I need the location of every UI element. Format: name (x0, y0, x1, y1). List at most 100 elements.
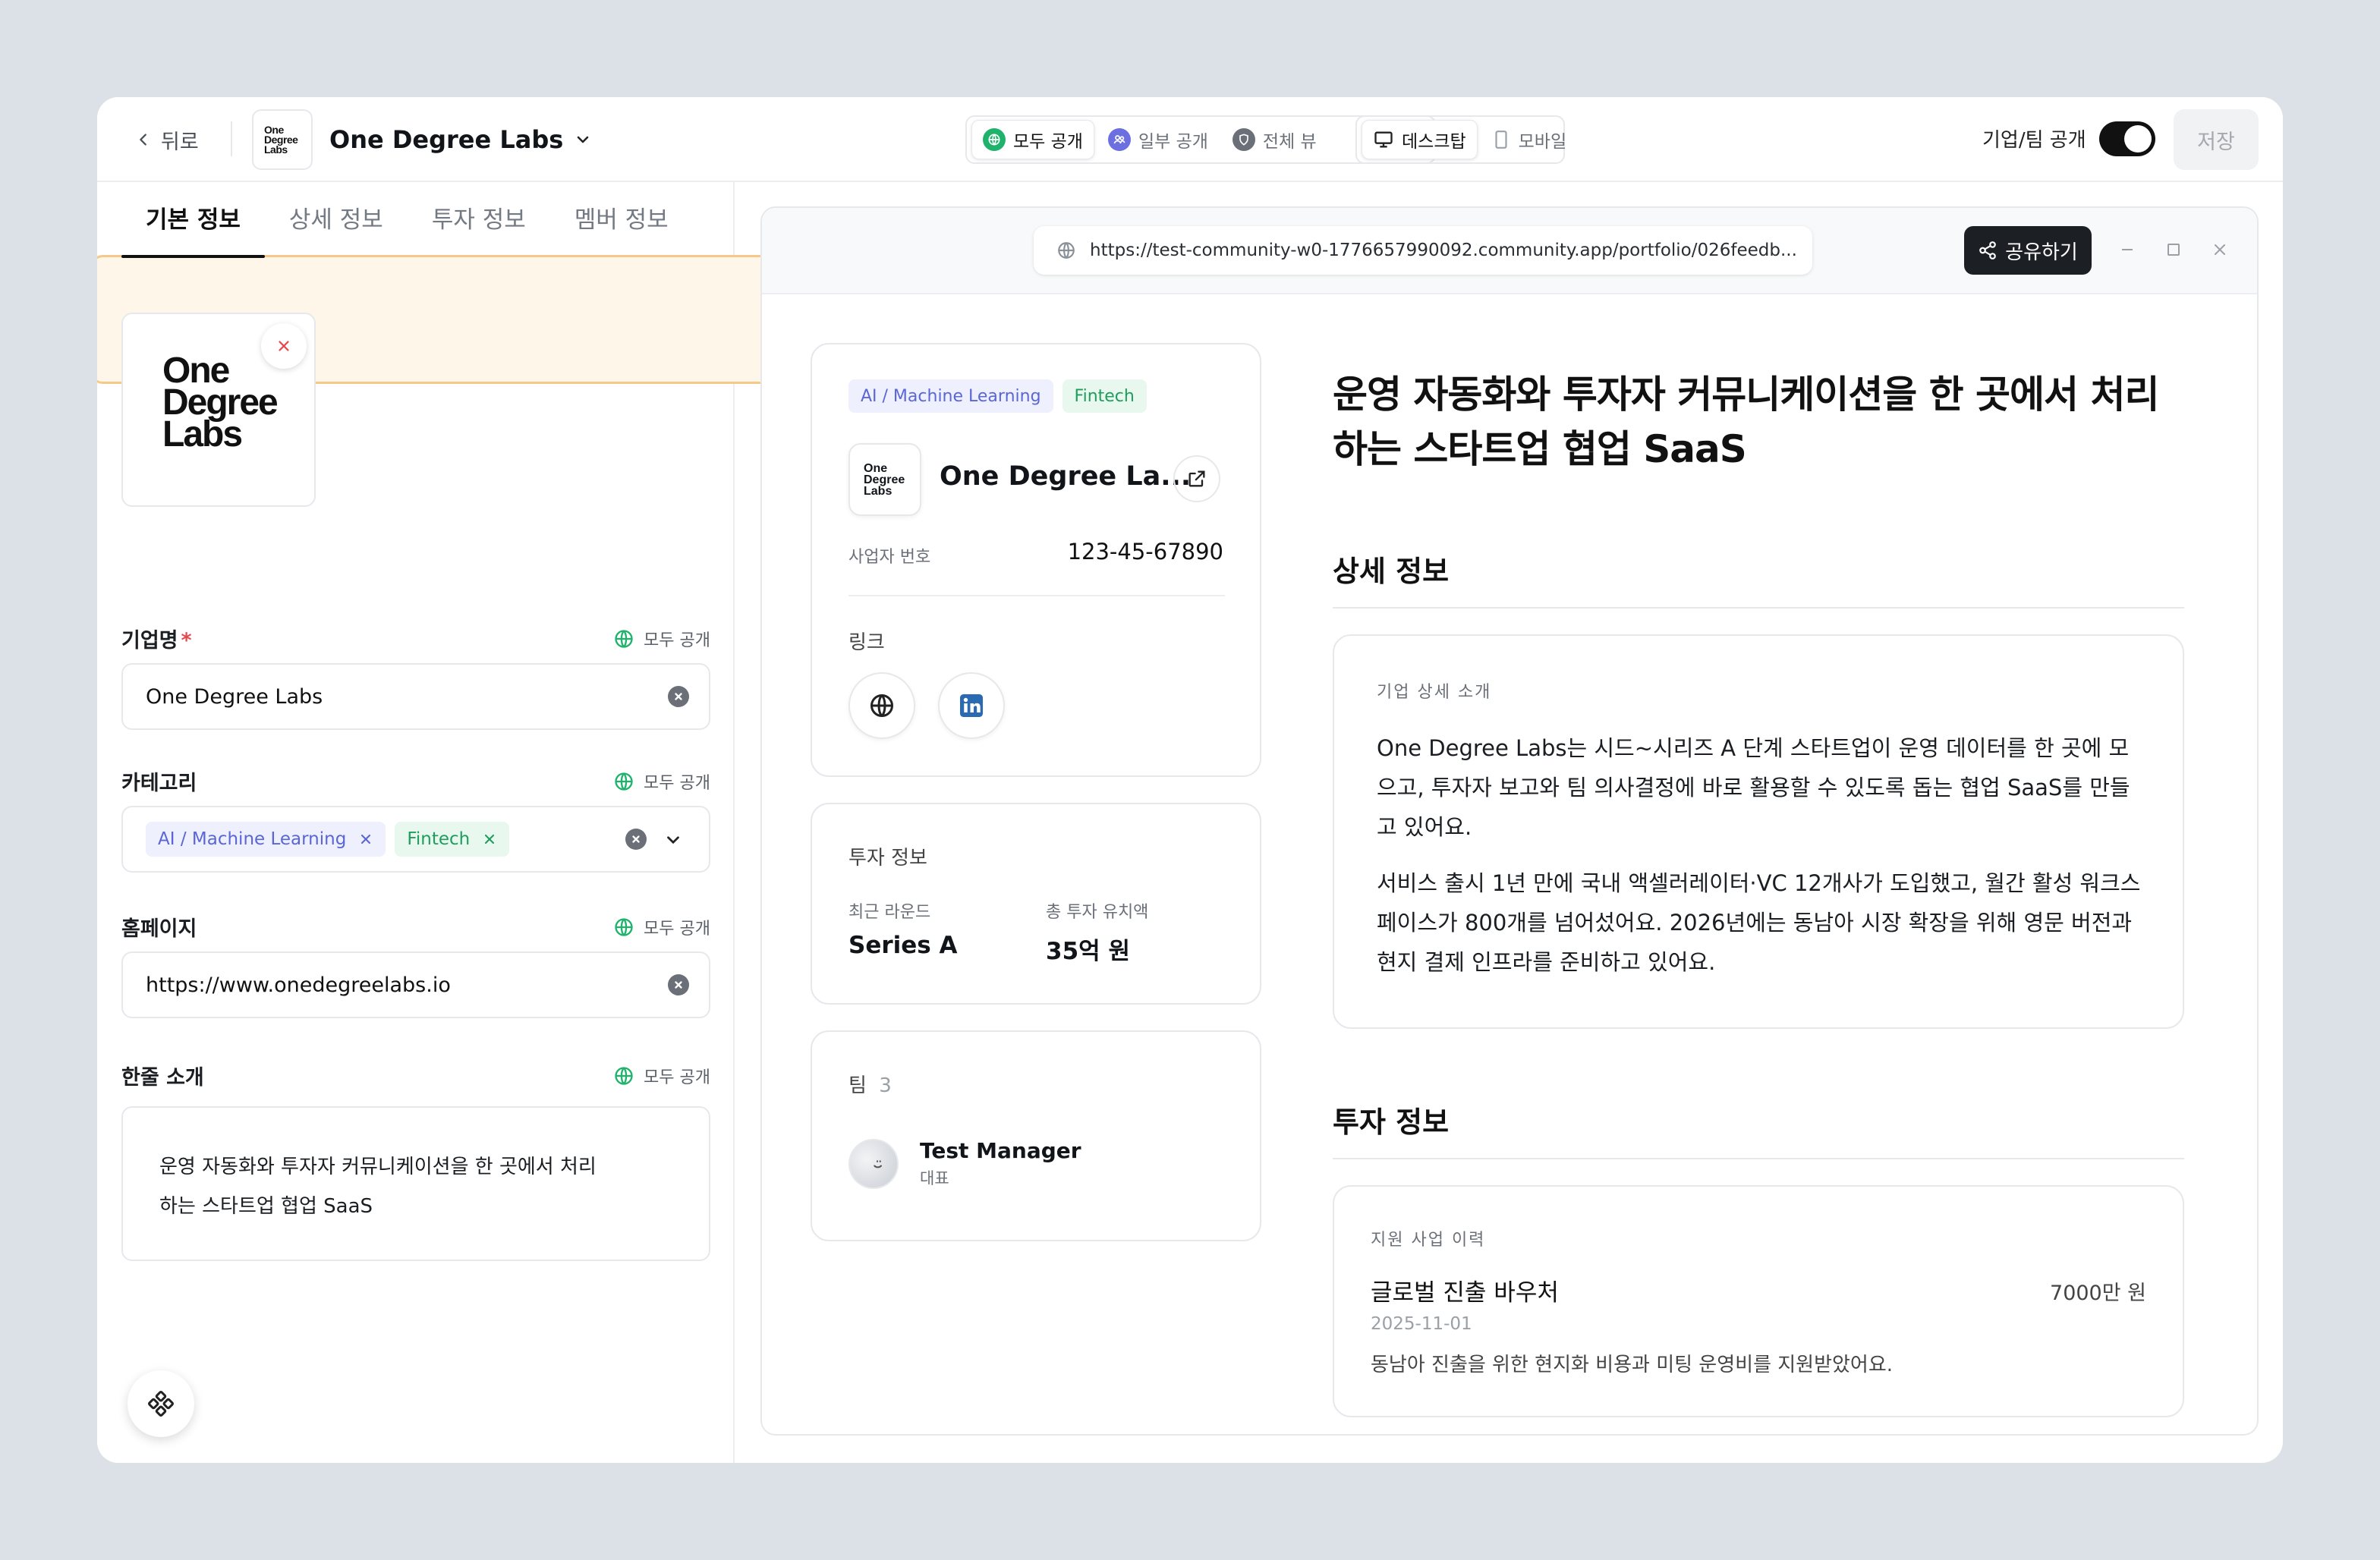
round-label: 최근 라운드 (848, 903, 931, 922)
mobile-icon (1495, 131, 1507, 149)
close-icon (279, 341, 289, 351)
minimize-button[interactable] (2116, 238, 2139, 261)
investment-card-title: 투자 정보 (848, 847, 927, 870)
users-icon (1107, 128, 1131, 151)
visibility-full-view[interactable]: 전체 뷰 (1222, 120, 1327, 159)
detail-intro-card: 기업 상세 소개 One Degree Labs는 시드~시리즈 A 단계 스타… (1333, 634, 2184, 1029)
back-button[interactable]: 뒤로 (135, 120, 199, 159)
category-select[interactable]: AI / Machine Learning Fintech (121, 806, 710, 873)
clear-icon[interactable] (668, 974, 689, 995)
company-name-label: 기업명 (121, 629, 178, 653)
logo-upload[interactable]: One Degree Labs (121, 313, 316, 507)
company-selector[interactable]: One Degree Labs (329, 118, 592, 161)
shield-icon (1232, 128, 1255, 151)
globe-icon (615, 629, 633, 648)
tab-member-info[interactable]: 멤버 정보 (550, 170, 693, 264)
total-investment-value: 35억 원 (1046, 938, 1130, 965)
program-name: 글로벌 진출 바우처 (1371, 1279, 1559, 1307)
public-toggle-label: 기업/팀 공개 (1982, 129, 2086, 152)
tab-basic-info[interactable]: 기본 정보 (121, 170, 265, 264)
homepage-label: 홈페이지 (121, 917, 197, 941)
globe-icon (615, 917, 633, 936)
tab-detail-info[interactable]: 상세 정보 (265, 170, 408, 264)
visibility-badge[interactable]: 모두 공개 (613, 769, 710, 794)
program-date: 2025-11-01 (1371, 1314, 1472, 1334)
divider (1333, 1158, 2184, 1159)
share-icon (1979, 241, 1996, 259)
remove-chip-icon[interactable] (482, 832, 497, 847)
globe-icon (870, 694, 893, 717)
links-label: 링크 (848, 631, 885, 654)
program-description: 동남아 진출을 위한 현지화 비용과 미팅 운영비를 지원받았어요. (1371, 1354, 1894, 1376)
app-window: 뒤로 One Degree Labs One Degree Labs 모두 공개… (97, 97, 2283, 1463)
monitor-icon (1374, 131, 1393, 148)
member-name: Test Manager (920, 1138, 1081, 1163)
team-member[interactable]: Test Manager 대표 (848, 1138, 1081, 1189)
tab-investment-info[interactable]: 투자 정보 (408, 170, 550, 264)
maximize-button[interactable] (2162, 238, 2185, 261)
profile-card: AI / Machine Learning Fintech AI / Machi… (811, 343, 1261, 777)
tagline-textarea[interactable]: 운영 자동화와 투자자 커뮤니케이션을 한 곳에서 처리 하는 스타트업 협업 … (121, 1106, 710, 1261)
globe-icon (615, 772, 633, 791)
biz-number-label: 사업자 번호 (848, 548, 931, 567)
homepage-field-header: 홈페이지 모두 공개 (121, 912, 710, 942)
company-logo-thumb: One Degree Labs (252, 109, 313, 170)
tagline-field-header: 한줄 소개 모두 공개 (121, 1061, 710, 1090)
globe-icon (1058, 242, 1075, 259)
visibility-badge[interactable]: 모두 공개 (613, 1064, 710, 1088)
company-name-input[interactable]: One Degree Labs (121, 663, 710, 730)
avatar (848, 1138, 899, 1189)
remove-chip-icon[interactable] (358, 832, 373, 847)
tag: AI / Machine Learning (848, 379, 1053, 413)
url-bar[interactable]: https://test-community-w0-1776657990092.… (1034, 226, 1812, 275)
preview-browser-bar: https://test-community-w0-1776657990092.… (762, 208, 2257, 294)
divider (231, 121, 232, 156)
section-tabs: 기본 정보 상세 정보 투자 정보 멤버 정보 (97, 170, 735, 264)
support-program-card: 지원 사업 이력 글로벌 진출 바우처 7000만 원 2025-11-01 동… (1333, 1185, 2184, 1417)
linkedin-link[interactable] (938, 672, 1005, 739)
chevron-left-icon (140, 134, 146, 146)
company-logo-thumb: AI / Machine Learning One Degree Labs (848, 443, 921, 516)
website-link[interactable] (848, 672, 915, 739)
detail-intro-label: 기업 상세 소개 (1377, 683, 1492, 702)
device-mobile[interactable]: 모바일 (1481, 120, 1577, 159)
share-button[interactable]: 공유하기 (1964, 226, 2092, 275)
biz-number: 123-45-67890 (1067, 539, 1223, 565)
visibility-partial-public[interactable]: 일부 공개 (1097, 120, 1219, 159)
external-link-icon (1188, 470, 1205, 487)
device-switcher: 데스크탑 모바일 (1355, 115, 1566, 164)
remove-logo-button[interactable] (261, 323, 307, 369)
public-toggle[interactable] (2099, 121, 2155, 156)
company-logo: One Degree Labs (162, 351, 279, 454)
chevron-down-icon[interactable] (663, 830, 683, 850)
company-headline: 운영 자동화와 투자자 커뮤니케이션을 한 곳에서 처리 하는 스타트업 협업 … (1333, 373, 2159, 471)
clear-icon[interactable] (668, 686, 689, 707)
category-label: 카테고리 (121, 772, 197, 795)
close-preview-button[interactable] (2208, 238, 2231, 261)
open-link-button[interactable] (1173, 455, 1220, 502)
clear-icon[interactable] (625, 829, 647, 850)
save-button[interactable]: 저장 (2174, 109, 2259, 170)
visibility-badge[interactable]: 모두 공개 (613, 915, 710, 939)
command-menu-button[interactable] (128, 1370, 194, 1437)
program-amount: 7000만 원 (2050, 1282, 2146, 1305)
globe-icon (615, 1066, 633, 1085)
divider (848, 595, 1225, 596)
back-label: 뒤로 (161, 130, 199, 154)
visibility-badge[interactable]: 모두 공개 (613, 627, 710, 651)
preview-window: https://test-community-w0-1776657990092.… (760, 206, 2259, 1436)
support-history-label: 지원 사업 이력 (1371, 1231, 1486, 1250)
investment-section-title: 투자 정보 (1333, 1106, 1450, 1139)
team-title: 팀 (848, 1074, 867, 1097)
tag: Fintech (1062, 379, 1147, 413)
total-investment-label: 총 투자 유치액 (1046, 903, 1149, 922)
detail-paragraph: 서비스 출시 1년 만에 국내 액셀러레이터·VC 12개사가 도입했고, 월간… (1377, 870, 2141, 975)
edit-panel: 기본 정보 상세 정보 투자 정보 멤버 정보 One Degree Labs … (97, 182, 820, 1463)
tagline-label: 한줄 소개 (121, 1066, 204, 1090)
category-chip: Fintech (395, 822, 510, 857)
tag-list: AI / Machine Learning Fintech (848, 379, 1147, 413)
homepage-input[interactable]: https://www.onedegreelabs.io (121, 951, 710, 1018)
social-links (848, 672, 1005, 739)
device-desktop[interactable]: 데스크탑 (1362, 120, 1478, 159)
visibility-all-public[interactable]: 모두 공개 (971, 120, 1094, 159)
